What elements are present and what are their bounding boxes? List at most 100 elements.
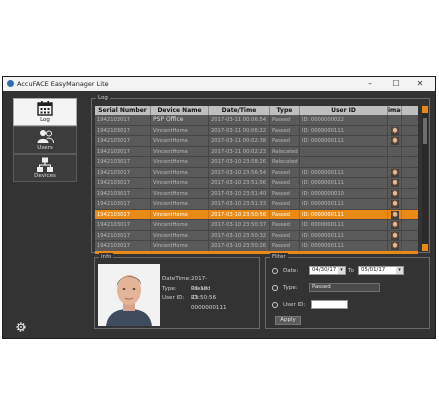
column-header[interactable]: Type [270,106,300,115]
device-cell: VincentHome [151,136,209,146]
face-thumbnail[interactable] [390,200,399,208]
date-filter-label: Date: [283,268,299,274]
sidebar: Log Users Devices [13,98,77,268]
apply-button[interactable]: Apply [275,316,301,325]
device-cell: VincentHome [151,220,209,230]
datetime-cell: 2017-03-11 00:06:22 [209,125,270,135]
datetime-cell: 2017-03-10 23:50:26 [209,241,270,251]
chevron-down-icon: ▾ [396,267,403,274]
date-to-picker[interactable]: 05/01/17 ▾ [358,266,404,275]
serial-cell: 1942103017 [95,146,151,156]
horizontal-scrollbar[interactable] [95,251,418,254]
userid-filter-input[interactable] [311,300,348,309]
serial-cell: 1942103017 [95,230,151,240]
userid-cell: ID: 0000000111 [300,230,388,240]
scroll-up-arrow[interactable] [422,106,428,113]
column-header[interactable]: User ID [300,106,388,115]
table-row[interactable]: 1942103017 VincentHome 2017-03-10 23:50:56… [95,209,418,220]
devices-icon [37,157,53,172]
type-cell: Relocated [270,157,300,167]
info-userid-row: User ID: ID: 0000000111 [162,294,227,311]
table-row[interactable]: 1942103017 VincentHome 2017-03-10 23:56:54… [95,167,418,178]
face-thumbnail[interactable] [390,137,399,145]
scroll-thumb[interactable] [423,118,427,144]
face-thumbnail[interactable] [390,210,399,219]
sidebar-item-devices[interactable]: Devices [13,154,77,182]
userid-cell: ID: 0000000111 [300,125,388,135]
date-from-picker[interactable]: 04/30/17 ▾ [309,266,346,275]
table-row[interactable]: 1942103017 VincentHome 2017-03-10 23:58:26… [95,157,418,168]
date-from-value: 04/30/17 [312,267,337,273]
scroll-down-arrow[interactable] [422,244,428,251]
info-datetime-label: DateTime: [162,276,191,282]
sidebar-item-users[interactable]: Users [13,126,77,154]
userid-filter-radio[interactable] [272,302,278,308]
datetime-cell: 2017-03-10 23:56:54 [209,167,270,177]
log-table: Serial Number Device Name Date/Time Type Use… [95,106,418,251]
datetime-cell: 2017-03-11 00:02:38 [209,136,270,146]
calendar-icon [37,101,53,116]
image-cell [388,167,402,177]
table-row[interactable]: 1942103017 VincentHome 2017-03-10 23:51:40… [95,188,418,199]
table-row[interactable]: 1942103017 VincentHome 2017-03-11 00:06:22… [95,125,418,136]
image-cell [388,220,402,230]
userid-cell: ID: 0000000111 [300,241,388,251]
table-row[interactable]: 1942103017 VincentHome 2017-03-11 00:02:38… [95,136,418,147]
datetime-cell: 2017-03-11 00:06:54 [209,115,270,125]
type-cell: Passed [270,220,300,230]
maximize-button[interactable]: ☐ [385,77,407,91]
table-row[interactable]: 1942103017 VincentHome 2017-03-10 23:50:37… [95,220,418,231]
face-thumbnail[interactable] [390,179,399,187]
face-thumbnail[interactable] [390,221,399,229]
device-cell: VincentHome [151,199,209,209]
face-thumbnail[interactable] [390,242,399,250]
column-header[interactable]: Serial Number [95,106,151,115]
settings-button[interactable] [15,318,27,332]
face-thumbnail[interactable] [390,168,399,177]
type-filter-radio[interactable] [272,285,278,291]
face-thumbnail[interactable] [390,231,399,240]
device-cell: VincentHome [151,178,209,188]
table-row[interactable]: 1942103017 VincentHome 2017-03-10 23:51:56… [95,178,418,189]
column-header[interactable]: Date/Time [209,106,270,115]
date-filter-radio[interactable] [272,268,278,274]
type-cell: Passed [270,125,300,135]
serial-cell: 1942103017 [95,167,151,177]
column-header[interactable]: image [388,106,402,115]
info-userid-value: ID: 0000000111 [191,295,227,311]
userid-cell: ID: 0000000111 [300,209,388,219]
column-header[interactable]: Device Name [151,106,209,115]
userid-cell: ID: 0000000111 [300,167,388,177]
face-thumbnail[interactable] [390,126,399,135]
image-cell [388,199,402,209]
datetime-cell: 2017-03-10 23:51:56 [209,178,270,188]
table-row[interactable]: 1942103017 PSP Office 2017-03-11 00:06:54 P… [95,115,418,126]
table-row[interactable]: 1942103017 VincentHome 2017-03-10 23:50:32… [95,230,418,241]
image-cell [388,136,402,146]
type-cell: Passed [270,136,300,146]
serial-cell: 1942103017 [95,209,151,219]
type-cell: Relocated [270,146,300,156]
table-row[interactable]: 1942103017 VincentHome 2017-03-11 00:02:23… [95,146,418,157]
userid-cell: ID: 0000000111 [300,199,388,209]
serial-cell: 1942103017 [95,199,151,209]
table-row[interactable]: 1942103017 VincentHome 2017-03-10 23:51:33… [95,199,418,210]
log-group-label: Log [96,94,110,102]
face-image [98,264,160,326]
filter-group-label: Filter [270,253,288,261]
image-cell [388,209,402,219]
date-to-label: To [348,268,354,274]
info-group-label: Info [99,253,114,261]
vertical-scrollbar[interactable] [422,106,428,251]
serial-cell: 1942103017 [95,220,151,230]
minimize-button[interactable]: – [359,77,381,91]
serial-cell: 1942103017 [95,178,151,188]
close-button[interactable]: ✕ [409,77,431,91]
image-cell [388,115,402,125]
type-filter-select[interactable]: Passed [309,283,380,292]
sidebar-item-log[interactable]: Log [13,98,77,126]
face-thumbnail[interactable] [390,189,399,198]
datetime-cell: 2017-03-10 23:58:26 [209,157,270,167]
info-fields: DateTime: 2017-03-10 23:50:56 Type: Pass… [162,275,227,311]
table-row[interactable]: 1942103017 VincentHome 2017-03-10 23:50:26… [95,241,418,251]
